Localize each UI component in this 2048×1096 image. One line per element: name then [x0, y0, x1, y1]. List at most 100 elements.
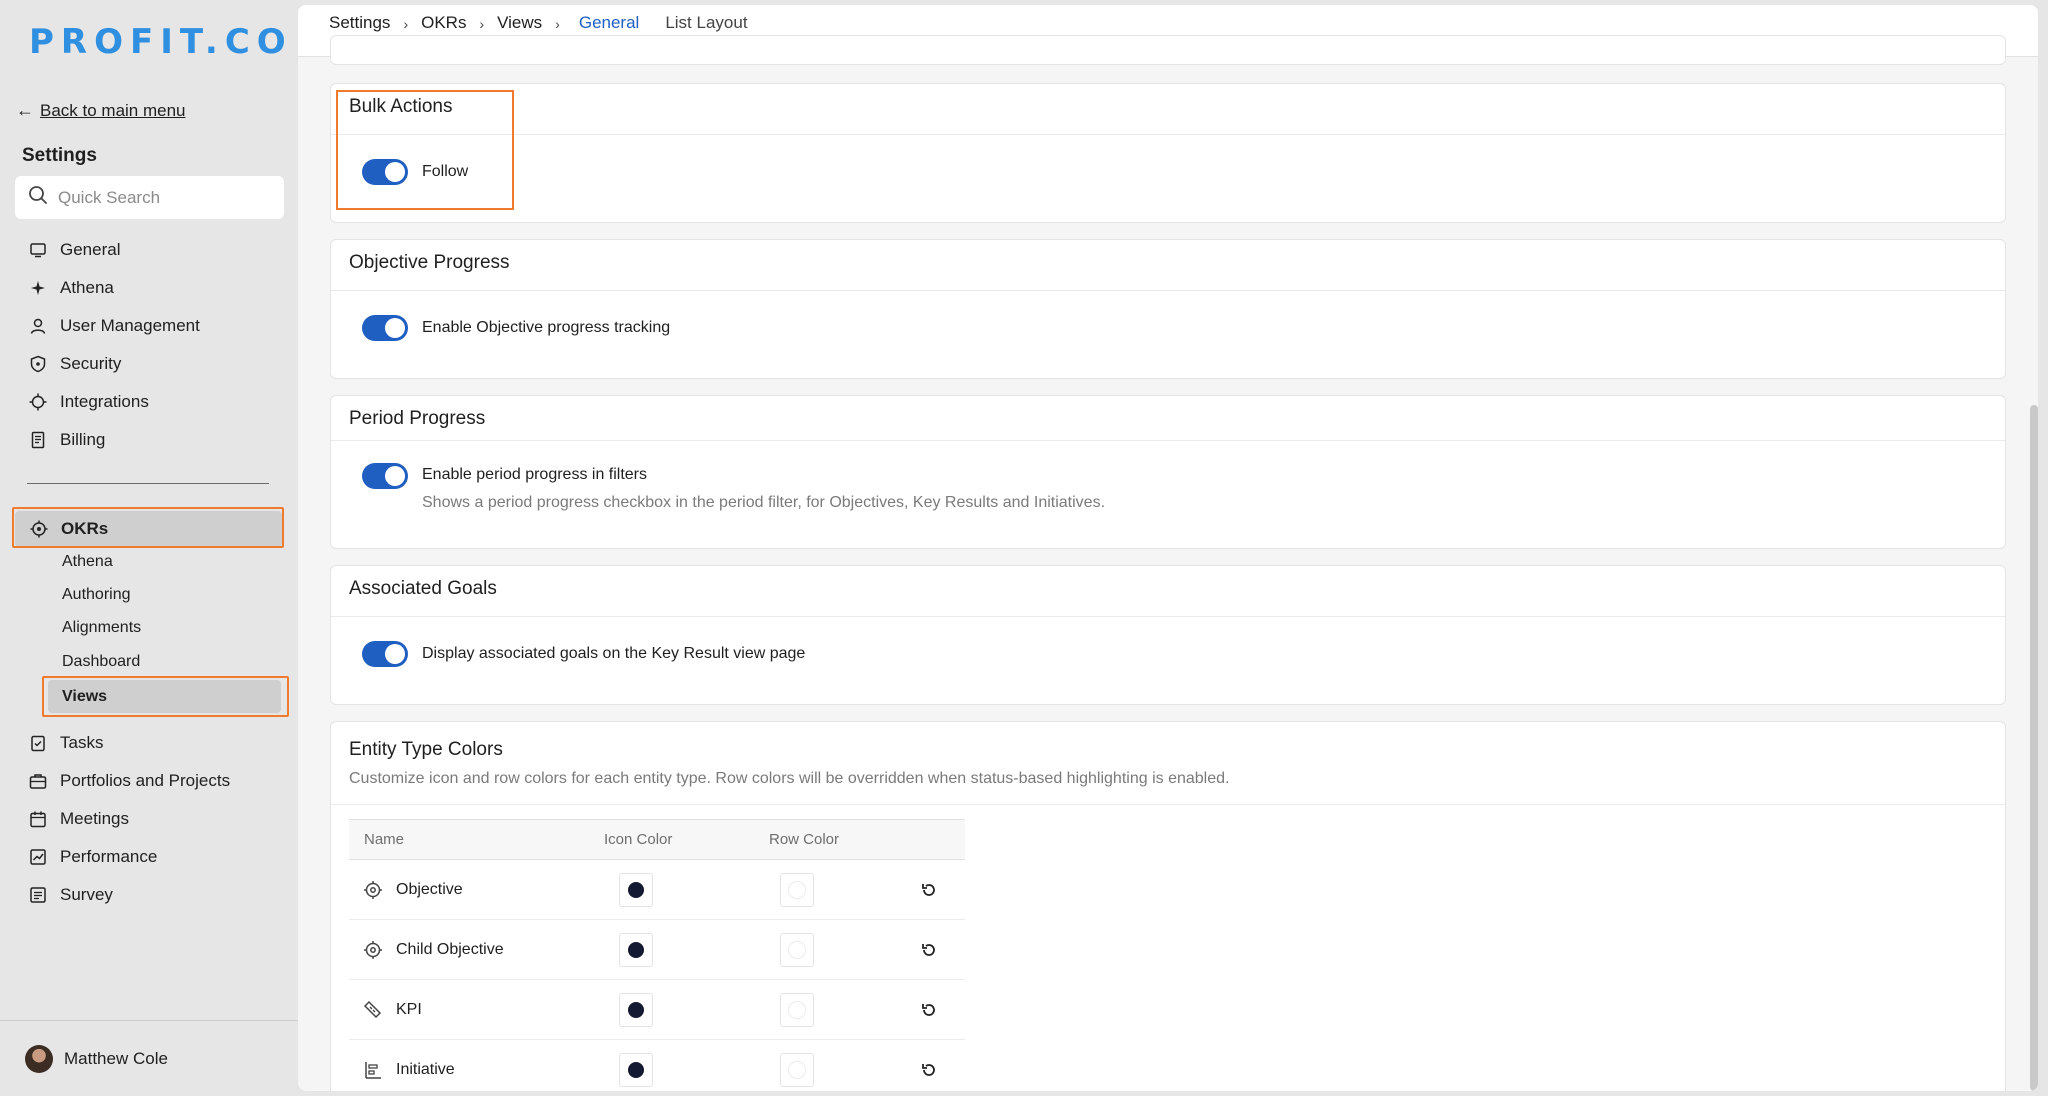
sidebar-item-label: OKRs	[61, 519, 109, 538]
section-title: Objective Progress	[349, 252, 510, 273]
reset-icon[interactable]	[918, 939, 940, 961]
sidebar-subitem-views[interactable]: Views	[48, 680, 281, 713]
table-row: Child Objective	[349, 919, 965, 980]
initiative-icon	[363, 1060, 383, 1080]
sidebar-item-portfolios[interactable]: Portfolios and Projects	[28, 771, 230, 791]
sidebar-item-label: User Management	[60, 316, 200, 335]
color-swatch	[628, 941, 644, 958]
chevron-right-icon: ›	[479, 16, 485, 32]
toggle-label: Follow	[422, 163, 469, 180]
icon-color-picker[interactable]	[619, 1052, 653, 1087]
sidebar-item-athena[interactable]: Athena	[28, 278, 114, 298]
associated-goals-card: Associated Goals Display associated goal…	[330, 565, 2006, 705]
toggle-description: Shows a period progress checkbox in the …	[422, 494, 1106, 511]
tag-icon	[363, 1000, 383, 1020]
color-swatch	[788, 1060, 806, 1079]
user-profile[interactable]: Matthew Cole	[0, 1020, 298, 1096]
back-link-label: Back to main menu	[40, 100, 186, 120]
sidebar-item-okrs[interactable]: OKRs	[15, 511, 282, 547]
sidebar-item-label: Views	[62, 687, 108, 705]
sidebar-item-label: Integrations	[60, 392, 149, 411]
sidebar: PROFIT.CO ← Back to main menu Settings G…	[0, 0, 298, 1096]
search-input[interactable]	[58, 187, 258, 208]
entity-name: Initiative	[396, 1060, 455, 1078]
color-swatch	[788, 880, 806, 899]
section-divider	[331, 804, 2005, 805]
row-color-picker[interactable]	[780, 872, 814, 907]
color-swatch	[628, 1061, 644, 1078]
sidebar-item-survey[interactable]: Survey	[28, 885, 113, 905]
sidebar-divider	[27, 483, 269, 484]
sidebar-subitem-alignments[interactable]: Alignments	[62, 619, 141, 637]
sidebar-item-tasks[interactable]: Tasks	[28, 733, 103, 753]
associated-goals-toggle[interactable]	[362, 641, 408, 667]
profit-co-logo[interactable]: PROFIT.CO	[29, 22, 293, 62]
objective-progress-toggle[interactable]	[362, 315, 408, 341]
period-progress-card: Period Progress Enable period progress i…	[330, 395, 2006, 549]
row-color-picker[interactable]	[780, 932, 814, 967]
period-progress-toggle[interactable]	[362, 463, 408, 489]
vertical-scrollbar[interactable]	[2030, 405, 2038, 1091]
section-divider	[331, 440, 2005, 441]
icon-color-picker[interactable]	[619, 992, 653, 1027]
tab-general[interactable]: General	[572, 13, 646, 45]
sidebar-item-label: General	[60, 240, 121, 259]
reset-icon[interactable]	[918, 1059, 940, 1081]
objective-progress-card: Objective Progress Enable Objective prog…	[330, 239, 2006, 379]
section-description: Customize icon and row colors for each e…	[349, 770, 1230, 787]
row-color-picker[interactable]	[780, 992, 814, 1027]
sidebar-subitem-authoring[interactable]: Authoring	[62, 586, 131, 604]
sidebar-item-security[interactable]: Security	[28, 354, 121, 374]
reset-icon[interactable]	[918, 999, 940, 1021]
reset-icon[interactable]	[918, 879, 940, 901]
section-title: Period Progress	[349, 408, 486, 429]
sidebar-item-meetings[interactable]: Meetings	[28, 809, 129, 829]
sidebar-item-general[interactable]: General	[28, 240, 120, 260]
chevron-right-icon: ›	[555, 16, 560, 32]
table-row: KPI	[349, 979, 965, 1040]
user-name: Matthew Cole	[64, 1048, 168, 1068]
table-row: Objective	[349, 859, 965, 920]
clipboard-check-icon	[28, 733, 48, 753]
entity-type-colors-card: Entity Type Colors Customize icon and ro…	[330, 721, 2006, 1091]
receipt-icon	[28, 430, 48, 450]
row-color-picker[interactable]	[780, 1052, 814, 1087]
avatar	[25, 1044, 53, 1073]
section-divider	[331, 134, 2005, 135]
target-icon	[363, 940, 383, 960]
sidebar-item-label: Tasks	[60, 733, 104, 752]
main-content: Settings › OKRs › Views › General List L…	[298, 5, 2038, 1091]
icon-color-picker[interactable]	[619, 872, 653, 907]
toggle-label: Enable period progress in filters	[422, 466, 648, 483]
follow-toggle[interactable]	[362, 159, 408, 185]
integrations-icon	[28, 392, 48, 412]
section-divider	[331, 290, 2005, 291]
sidebar-item-user-management[interactable]: User Management	[28, 316, 200, 336]
user-icon	[28, 316, 48, 336]
sidebar-subitem-athena[interactable]: Athena	[62, 553, 113, 571]
sidebar-item-billing[interactable]: Billing	[28, 430, 105, 450]
toggle-label: Display associated goals on the Key Resu…	[422, 645, 806, 662]
table-row: Initiative	[349, 1039, 965, 1091]
breadcrumb-settings[interactable]: Settings	[329, 13, 390, 33]
table-header-row: Name Icon Color Row Color	[349, 819, 965, 860]
breadcrumb-okrs[interactable]: OKRs	[421, 13, 466, 33]
sidebar-item-integrations[interactable]: Integrations	[28, 392, 149, 412]
entity-name: Child Objective	[396, 940, 504, 958]
list-icon	[28, 885, 48, 905]
tab-list-layout[interactable]: List Layout	[665, 13, 747, 33]
previous-section-card	[330, 35, 2006, 65]
column-header-icon-color: Icon Color	[599, 819, 764, 860]
breadcrumb-views[interactable]: Views	[497, 13, 542, 33]
sidebar-subitem-dashboard[interactable]: Dashboard	[62, 653, 140, 671]
target-icon	[29, 519, 49, 539]
color-swatch	[788, 1000, 806, 1019]
sidebar-item-performance[interactable]: Performance	[28, 847, 157, 867]
section-title: Entity Type Colors	[349, 739, 503, 760]
color-swatch	[788, 940, 806, 959]
settings-title: Settings	[22, 145, 97, 166]
entity-colors-table: Name Icon Color Row Color Objective Chil…	[349, 819, 965, 1091]
color-swatch	[628, 1001, 644, 1018]
back-to-main-menu-link[interactable]: ← Back to main menu	[16, 100, 186, 121]
icon-color-picker[interactable]	[619, 932, 653, 967]
